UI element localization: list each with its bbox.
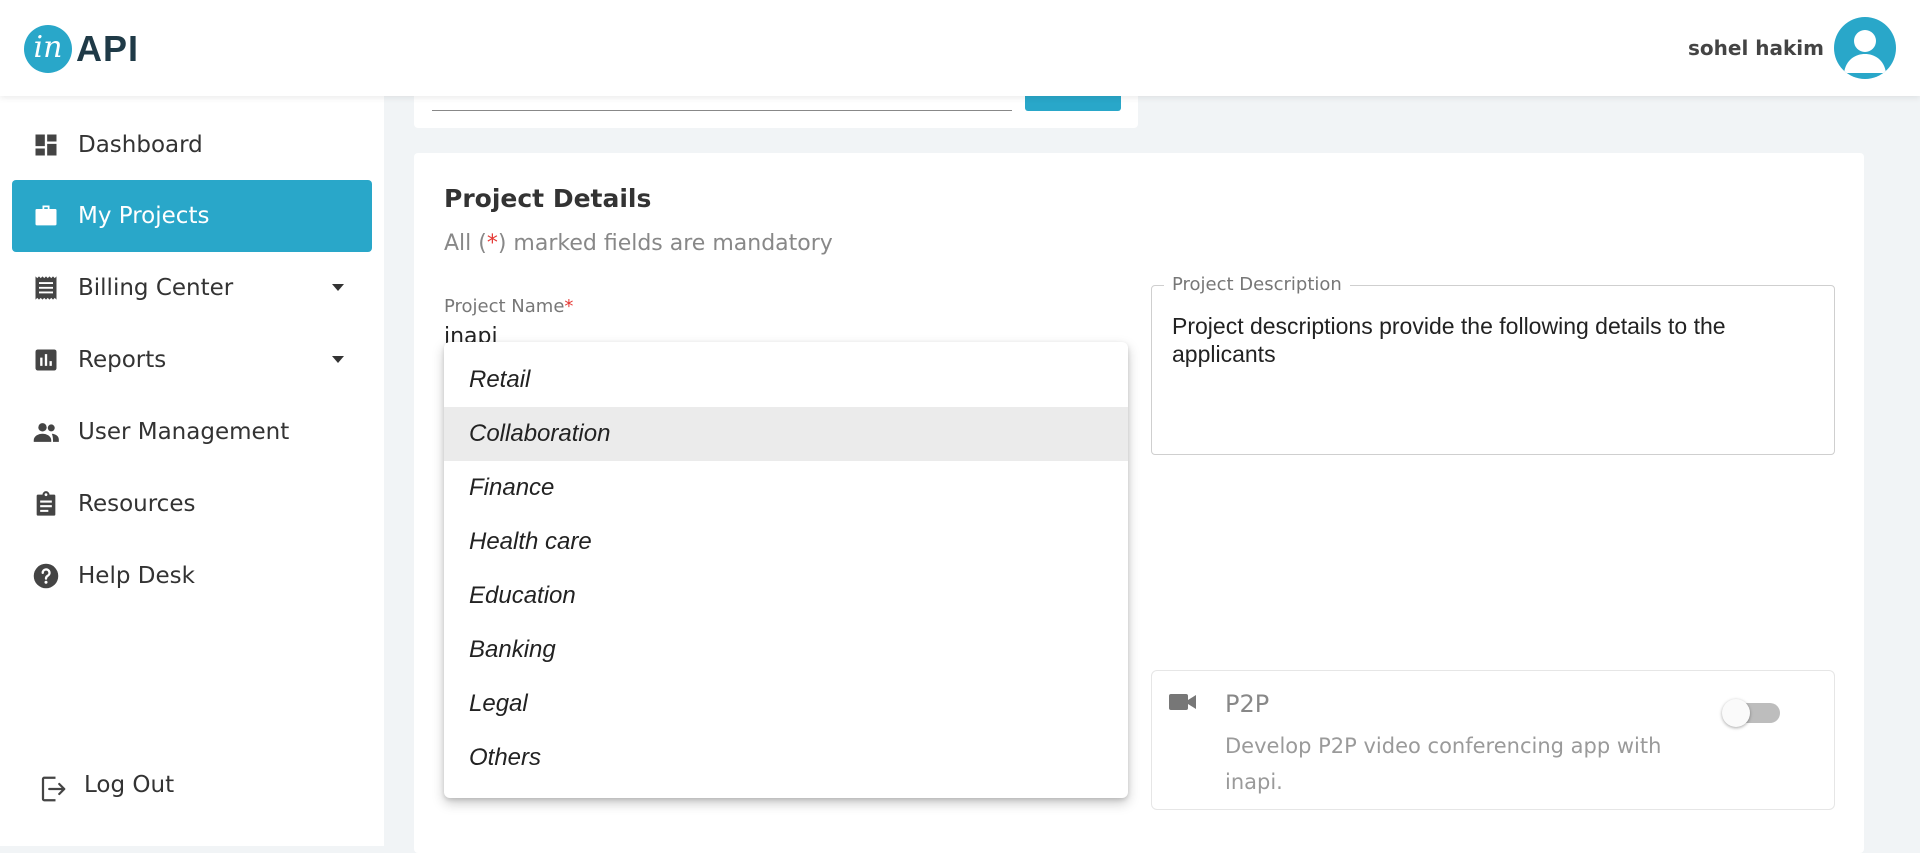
project-name-label: Project Name* <box>444 296 573 317</box>
people-icon <box>33 423 59 442</box>
sidebar-item-label: My Projects <box>78 203 210 229</box>
required-star: * <box>564 296 574 317</box>
user-name[interactable]: sohel hakim <box>1688 36 1824 60</box>
menu-option-retail[interactable]: Retail <box>444 353 1128 407</box>
app-logo[interactable]: in API <box>24 25 139 73</box>
sidebar-item-my-projects[interactable]: My Projects <box>12 180 372 252</box>
bar-chart-icon <box>35 349 57 371</box>
menu-option-others[interactable]: Others <box>444 731 1128 785</box>
briefcase-icon <box>35 205 57 226</box>
sidebar-item-reports[interactable]: Reports <box>12 324 372 396</box>
industry-dropdown-menu: Retail Collaboration Finance Health care Edu… <box>444 342 1128 798</box>
project-name-input[interactable]: inapi <box>444 324 498 344</box>
sidebar-item-dashboard[interactable]: Dashboard <box>12 109 372 181</box>
search-button[interactable] <box>1025 96 1121 111</box>
sidebar-item-label: User Management <box>78 419 290 445</box>
menu-option-banking[interactable]: Banking <box>444 623 1128 677</box>
help-icon <box>33 563 59 589</box>
required-star: * <box>486 231 498 256</box>
chevron-down-icon <box>332 356 344 363</box>
p2p-description: Develop P2P video conferencing app with … <box>1225 734 1662 794</box>
sidebar: Dashboard My Projects Billing Center Rep… <box>0 96 384 846</box>
logout-label: Log Out <box>84 772 175 798</box>
project-name-label-text: Project Name <box>444 296 565 317</box>
receipt-icon <box>35 276 57 300</box>
logout-button[interactable]: Log Out <box>12 760 372 816</box>
search-input-underline[interactable] <box>432 110 1012 111</box>
menu-option-finance[interactable]: Finance <box>444 461 1128 515</box>
p2p-title: P2P <box>1225 690 1270 718</box>
chevron-down-icon <box>332 284 344 291</box>
sidebar-item-label: Resources <box>78 491 196 517</box>
menu-option-collaboration[interactable]: Collaboration <box>444 407 1128 461</box>
menu-option-education[interactable]: Education <box>444 569 1128 623</box>
project-description-field[interactable] <box>1151 285 1835 455</box>
sidebar-item-label: Billing Center <box>78 275 234 301</box>
logo-text: API <box>76 28 140 69</box>
sidebar-item-label: Reports <box>78 347 167 373</box>
top-header: in API sohel hakim <box>0 0 1920 96</box>
video-camera-icon <box>1169 694 1196 710</box>
sidebar-item-billing-center[interactable]: Billing Center <box>12 252 372 324</box>
project-description-value[interactable]: Project descriptions provide the followi… <box>1172 312 1812 368</box>
sidebar-item-user-management[interactable]: User Management <box>12 396 372 468</box>
clipboard-icon <box>36 491 56 516</box>
sidebar-item-label: Dashboard <box>78 132 203 158</box>
logo-mark: in <box>24 25 72 73</box>
sidebar-item-label: Help Desk <box>78 563 195 589</box>
page-title: Project Details <box>444 184 652 213</box>
mandatory-note: All (*) marked fields are mandatory <box>444 231 833 256</box>
p2p-toggle-knob[interactable] <box>1722 699 1750 727</box>
user-avatar-icon[interactable] <box>1834 17 1896 79</box>
menu-option-health-care[interactable]: Health care <box>444 515 1128 569</box>
dashboard-icon <box>35 134 57 156</box>
sidebar-item-help-desk[interactable]: Help Desk <box>12 540 372 612</box>
mandatory-note-suffix: ) marked fields are mandatory <box>497 231 833 256</box>
logout-icon <box>41 776 66 802</box>
mandatory-note-prefix: All ( <box>444 231 487 256</box>
menu-option-legal[interactable]: Legal <box>444 677 1128 731</box>
project-description-label: Project Description <box>1164 274 1350 295</box>
sidebar-item-resources[interactable]: Resources <box>12 468 372 540</box>
